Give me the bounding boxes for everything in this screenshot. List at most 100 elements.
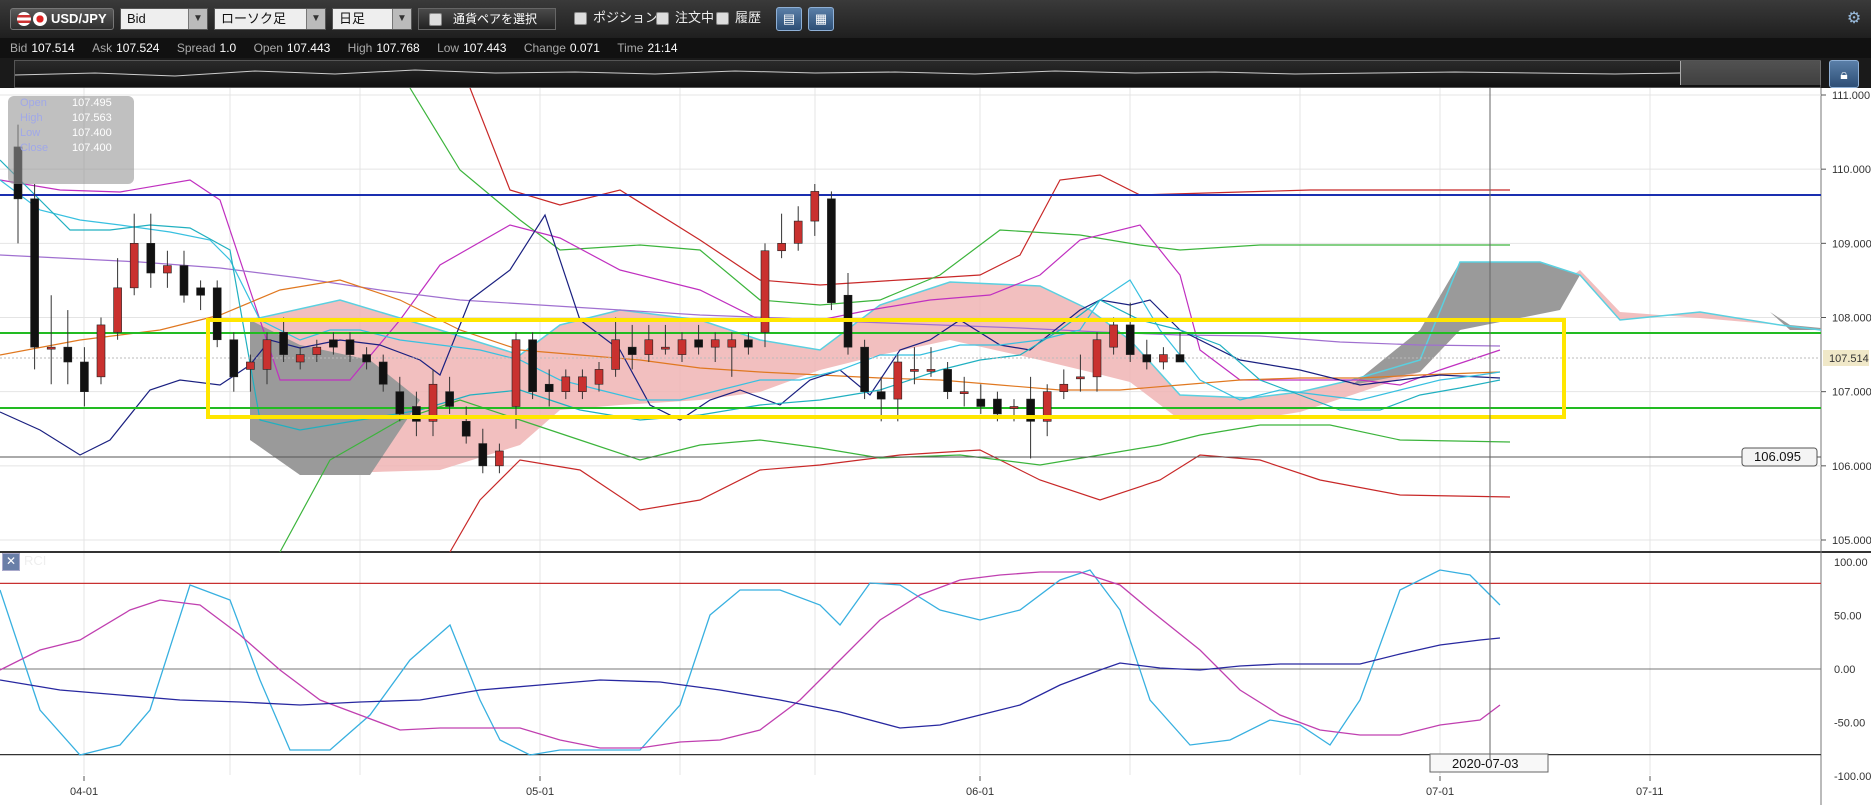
- chart-navigator[interactable]: [14, 60, 1821, 88]
- candle-body: [1009, 406, 1019, 409]
- candle-body: [412, 406, 421, 422]
- price-tick-label: 107.000: [1832, 387, 1871, 399]
- ask-label: Ask: [92, 41, 113, 55]
- history-label: 履歴: [735, 10, 762, 25]
- history-checkbox[interactable]: [716, 12, 729, 26]
- ohlc-close-value: 107.400: [72, 142, 112, 154]
- ohlc-open-value: 107.495: [72, 97, 112, 109]
- candle-body: [710, 339, 720, 348]
- select-pair-button[interactable]: 通貨ペアを選択: [418, 8, 556, 30]
- price-tick-label: 109.000: [1832, 238, 1871, 250]
- candle-body: [544, 383, 554, 392]
- chart-settings-button[interactable]: ▤: [776, 7, 802, 31]
- select-pair-label: 通貨ペアを選択: [453, 12, 538, 26]
- timeframe-select[interactable]: 日足 ▼: [332, 8, 412, 30]
- candle-body: [727, 339, 737, 348]
- candle-body: [1076, 376, 1085, 380]
- price-type-value: Bid: [127, 11, 146, 26]
- ohlc-open-label: Open: [20, 97, 47, 109]
- candle-body: [827, 198, 836, 303]
- chart-edit-icon: ▤: [782, 11, 796, 26]
- high-label: High: [347, 41, 373, 55]
- candle-body: [445, 391, 454, 407]
- chart-type-select[interactable]: ローソク足 ▼: [214, 8, 326, 30]
- gear-icon[interactable]: ⚙: [1845, 10, 1863, 28]
- candle-body: [378, 361, 388, 385]
- rci-label: RCI: [24, 553, 47, 568]
- close-icon[interactable]: ✕: [2, 552, 20, 571]
- ohlc-high-row: High 107.563: [8, 111, 134, 126]
- ohlc-high-value: 107.563: [72, 112, 112, 124]
- candle-body: [246, 361, 255, 370]
- candle-body: [528, 339, 537, 392]
- candle-body: [329, 339, 338, 348]
- candle-body: [561, 376, 571, 392]
- candle-body: [1142, 354, 1152, 363]
- rci-tick-label: 50.00: [1834, 611, 1862, 623]
- date-axis-bg: [0, 775, 1821, 805]
- ohlc-open-row: Open 107.495: [8, 96, 134, 111]
- candle-body: [777, 243, 786, 252]
- currency-pair-button[interactable]: USD/JPY: [10, 8, 114, 30]
- candle-body: [212, 287, 222, 341]
- rci-header: ✕ RCI: [2, 552, 47, 571]
- candle-body: [279, 332, 288, 355]
- rci-tick-label: -100.00: [1834, 771, 1871, 783]
- high-value: 107.768: [376, 41, 420, 55]
- candle-body: [312, 346, 322, 355]
- candle-body: [96, 324, 106, 378]
- ask-value: 107.524: [116, 41, 160, 55]
- ohlc-close-row: Close 107.400: [8, 141, 134, 156]
- currency-pair-label: USD/JPY: [51, 11, 107, 26]
- candle-body: [594, 369, 604, 385]
- history-toggle[interactable]: 履歴: [716, 8, 761, 30]
- candle-body: [362, 354, 371, 363]
- candle-body: [395, 391, 405, 415]
- open-label: Open: [253, 41, 283, 55]
- candle-body: [46, 346, 56, 350]
- price-axis-bg: [1821, 88, 1871, 805]
- time-value: 21:14: [647, 41, 678, 55]
- price-chart[interactable]: 111.000 110.000 109.000 108.000 107.000 106.0…: [0, 88, 1871, 805]
- position-toggle[interactable]: ポジション: [574, 8, 658, 30]
- candle-body: [1159, 354, 1168, 363]
- candle-body: [976, 398, 986, 407]
- price-tick-label: 108.000: [1832, 313, 1871, 325]
- candle-body: [478, 443, 488, 467]
- candle-body: [910, 369, 919, 372]
- low-value: 107.443: [463, 41, 507, 55]
- candle-body: [295, 354, 305, 363]
- ohlc-high-label: High: [20, 112, 43, 124]
- bid-label: Bid: [10, 41, 28, 55]
- cursor-date-label: 2020-07-03: [1452, 756, 1519, 771]
- date-tick-label: 07-11: [1636, 786, 1663, 798]
- rci-tick-label: -50.00: [1834, 718, 1865, 730]
- candle-body: [1109, 324, 1118, 348]
- orders-checkbox[interactable]: [656, 12, 669, 26]
- lock-button[interactable]: 🔒︎: [1829, 60, 1859, 88]
- candle-body: [511, 339, 521, 407]
- ohlc-close-label: Close: [20, 142, 49, 154]
- date-tick-label: 04-01: [70, 786, 98, 798]
- price-tick-label: 105.000: [1832, 535, 1871, 547]
- candle-body: [644, 339, 654, 355]
- navigator-range-handle[interactable]: [1680, 61, 1821, 85]
- rci-tick-label: 0.00: [1834, 664, 1855, 676]
- price-tick-label: 110.000: [1832, 164, 1871, 176]
- timeframe-value: 日足: [339, 11, 366, 26]
- us-flag-icon: [17, 12, 31, 26]
- date-tick-label: 06-01: [966, 786, 994, 798]
- spread-value: 1.0: [219, 41, 237, 55]
- candle-body: [229, 339, 239, 378]
- chevron-down-icon: ▼: [392, 9, 411, 29]
- position-checkbox[interactable]: [574, 12, 587, 26]
- layout-button[interactable]: ▦: [808, 7, 834, 31]
- candle-body: [578, 376, 587, 392]
- time-label: Time: [617, 41, 644, 55]
- checkbox-icon: [429, 13, 442, 26]
- orders-toggle[interactable]: 注文中: [656, 8, 714, 30]
- price-type-select[interactable]: Bid ▼: [120, 8, 208, 30]
- low-label: Low: [437, 41, 460, 55]
- date-tick-label: 07-01: [1426, 786, 1454, 798]
- candle-body: [1092, 339, 1102, 378]
